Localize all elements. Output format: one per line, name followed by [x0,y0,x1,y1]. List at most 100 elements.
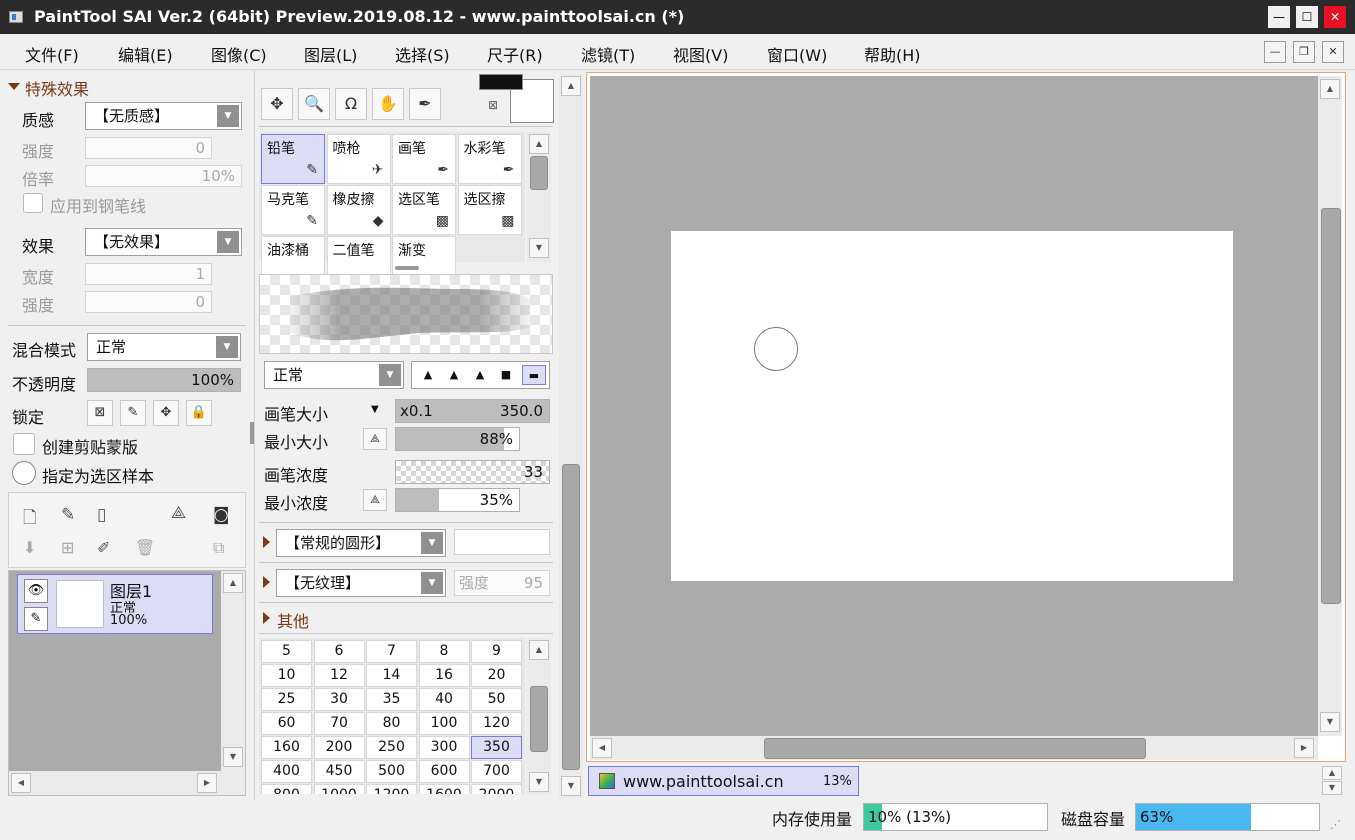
brush-scrollbar[interactable]: ▲ ▼ [527,132,551,262]
brush-texture-select[interactable]: 【无纹理】 ▼ [276,569,446,597]
scroll-thumb[interactable] [530,686,548,752]
size-preset[interactable]: 300 [418,736,470,759]
zoom-tool-icon[interactable]: 🔍 [298,88,330,120]
delete-layer-icon[interactable]: 🗑 [135,538,155,557]
size-preset[interactable]: 6 [313,640,365,663]
mdi-restore-button[interactable]: ❐ [1293,41,1315,63]
size-preset[interactable]: 1600 [418,784,470,794]
mdi-minimize-button[interactable]: — [1264,41,1286,63]
scroll-thumb[interactable] [764,738,1146,759]
strength2-input[interactable]: 0 [85,291,212,313]
scale-input[interactable]: 10% [85,165,242,187]
scroll-down-icon[interactable]: ▼ [223,747,243,767]
texture-select[interactable]: 【无质感】 ▼ [85,102,242,130]
strength-input[interactable]: 0 [85,137,212,159]
scroll-down-icon[interactable]: ▼ [529,772,549,792]
selection-sample-radio[interactable] [12,461,36,485]
size-preset[interactable]: 60 [261,712,312,735]
scroll-up-icon[interactable]: ▲ [1320,79,1340,99]
menu-image[interactable]: 图像(C) [211,42,267,66]
min-size-slider[interactable]: 88% [395,427,520,451]
scroll-up-icon[interactable]: ▲ [223,573,243,593]
hand-tool-icon[interactable]: ✋ [372,88,404,120]
rotate-tool-icon[interactable]: Ω [335,88,367,120]
close-button[interactable]: ✕ [1324,6,1346,28]
eyedropper-tool-icon[interactable]: ✒ [409,88,441,120]
clear-layer-icon[interactable]: ✐ [97,538,110,557]
size-preset[interactable]: 20 [471,664,522,687]
new-folder-icon[interactable]: ▯ [97,505,106,525]
layer-list-scrollbar[interactable]: ▲ ▼ [221,571,245,771]
brush-tool-5[interactable]: 橡皮擦 ◆ [326,185,391,235]
expand-arrow-icon[interactable] [263,612,270,624]
collapse-arrow-icon[interactable] [8,83,20,90]
shape-sharp-icon[interactable]: ▲ [416,365,440,385]
size-preset[interactable]: 400 [261,760,312,783]
size-preset[interactable]: 100 [418,712,470,735]
scroll-left-icon[interactable]: ◀ [11,773,31,793]
size-preset[interactable]: 600 [418,760,470,783]
apply-mask-icon[interactable]: ⧉ [213,538,224,558]
size-preset[interactable]: 160 [261,736,312,759]
lock-paint-icon[interactable]: ✎ [120,400,146,426]
resize-grip-icon[interactable]: ⋰ [1330,818,1346,834]
scroll-down-icon[interactable]: ▼ [1320,712,1340,732]
brush-tool-7[interactable]: 选区擦 ▩ [457,185,522,235]
menu-filter[interactable]: 滤镜(T) [581,42,635,66]
size-preset[interactable]: 700 [471,760,522,783]
size-preset[interactable]: 35 [366,688,417,711]
size-preset[interactable]: 12 [313,664,365,687]
brush-tool-1[interactable]: 喷枪 ✈ [326,134,391,184]
new-layer-icon[interactable]: 🗋 [23,505,37,534]
size-preset[interactable]: 70 [313,712,365,735]
size-preset[interactable]: 50 [471,688,522,711]
scroll-right-icon[interactable]: ▶ [1294,738,1314,758]
effect-select[interactable]: 【无效果】 ▼ [85,228,242,256]
clip-mask-checkbox[interactable] [13,433,35,455]
size-preset[interactable]: 450 [313,760,365,783]
shape-round-icon[interactable]: ▲ [442,365,466,385]
brush-shape-strength-input[interactable] [454,529,550,555]
move-tool-icon[interactable]: ✥ [261,88,293,120]
size-preset[interactable]: 350 [471,736,522,759]
size-preset[interactable]: 16 [418,664,470,687]
size-preset[interactable]: 80 [366,712,417,735]
pressure-density-icon[interactable]: ⟁ [363,489,387,511]
size-preset[interactable]: 7 [366,640,417,663]
layer-mask-icon[interactable]: ⟁ [171,503,186,523]
maximize-button[interactable]: ☐ [1296,6,1318,28]
scroll-down-icon[interactable]: ▼ [529,238,549,258]
size-preset[interactable]: 120 [471,712,522,735]
scroll-thumb[interactable] [530,156,548,190]
canvas-vscrollbar[interactable]: ▲ ▼ [1318,76,1342,736]
other-header[interactable]: 其他 [277,608,309,632]
size-preset[interactable]: 40 [418,688,470,711]
menu-view[interactable]: 视图(V) [673,42,728,66]
brush-tool-3[interactable]: 水彩笔 ✒ [457,134,522,184]
brush-grid-resize-handle[interactable] [395,266,419,270]
mdi-close-button[interactable]: ✕ [1322,41,1344,63]
new-pen-layer-icon[interactable]: ✎ [61,505,75,525]
menu-edit[interactable]: 编辑(E) [118,42,173,66]
size-scrollbar[interactable]: ▲ ▼ [527,638,551,794]
scroll-right-icon[interactable]: ▶ [197,773,217,793]
size-preset[interactable]: 1000 [313,784,365,794]
width-input[interactable]: 1 [85,263,212,285]
shape-flat-icon[interactable]: ▬ [522,365,546,385]
menu-layer[interactable]: 图层(L) [304,42,357,66]
size-preset[interactable]: 8 [418,640,470,663]
size-preset[interactable]: 25 [261,688,312,711]
canvas-viewport[interactable] [590,76,1318,736]
lock-all-icon[interactable]: 🔒 [186,400,212,426]
scroll-down-icon[interactable]: ▼ [561,776,581,796]
opacity-slider[interactable]: 100% [87,368,241,392]
size-preset[interactable]: 14 [366,664,417,687]
lock-transparency-icon[interactable]: ⊠ [87,400,113,426]
effects-header[interactable]: 特殊效果 [25,76,89,100]
merge-down-icon[interactable]: ⬇ [23,538,36,557]
min-density-slider[interactable]: 35% [395,488,520,512]
layer-list-hscrollbar[interactable]: ◀ ▶ [9,771,245,795]
texture-strength-input[interactable]: 强度 95 [454,570,550,596]
scroll-left-icon[interactable]: ◀ [592,738,612,758]
tab-scroll-up-icon[interactable]: ▲ [1322,766,1342,780]
